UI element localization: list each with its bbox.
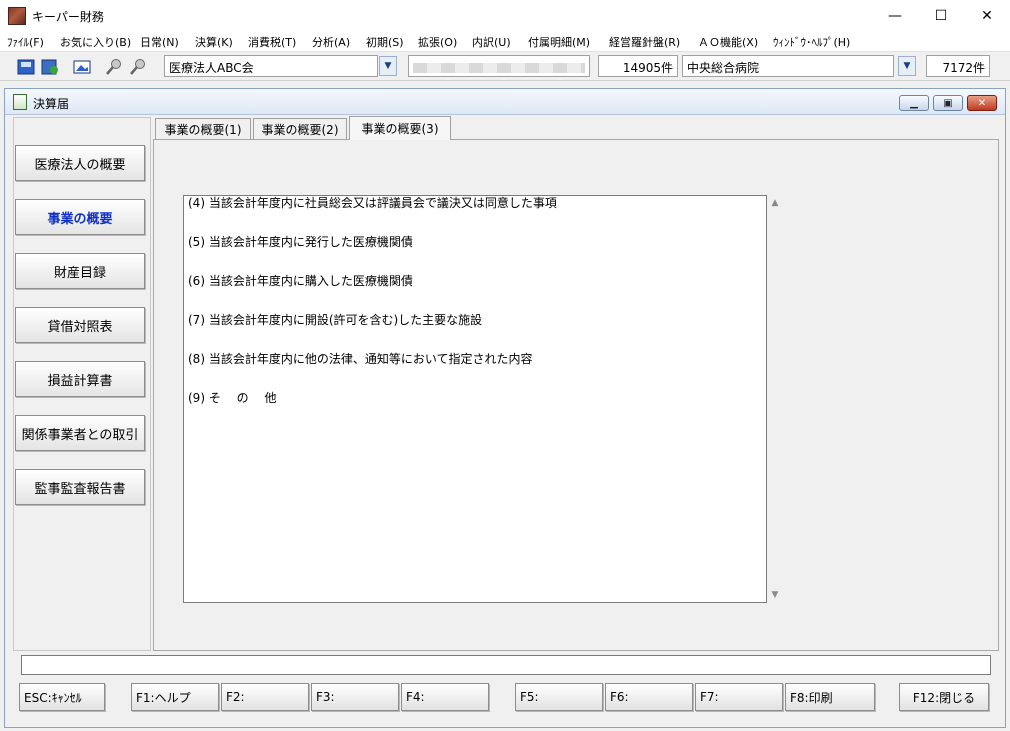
child-window: 決算届 ▁ ▣ ✕ 医療法人の概要 事業の概要 財産目録 貸借対照表 損益計算書… bbox=[4, 88, 1006, 728]
menu-window-help[interactable]: ｳｨﾝﾄﾞｳ･ﾍﾙﾌﾟ(H) bbox=[773, 34, 850, 50]
close-icon: ✕ bbox=[981, 8, 993, 24]
f4-button[interactable]: F4: bbox=[401, 683, 489, 711]
menu-ao-functions[interactable]: ＡＯ機能(X) bbox=[698, 34, 758, 50]
f12-close-button[interactable]: F12:閉じる bbox=[899, 683, 989, 711]
content-line: (8) 当該会計年度内に他の法律、通知等において指定された内容 bbox=[188, 352, 533, 366]
save-icon[interactable] bbox=[16, 57, 36, 77]
nav-property-inventory[interactable]: 財産目録 bbox=[15, 253, 145, 289]
facility-select[interactable]: 中央総合病院 bbox=[682, 55, 894, 77]
content-line: (5) 当該会計年度内に発行した医療機関債 bbox=[188, 235, 413, 249]
minimize-icon: ▁ bbox=[910, 97, 918, 109]
content-line: (7) 当該会計年度内に開設(許可を含む)した主要な施設 bbox=[188, 313, 483, 327]
facility-dropdown-button[interactable]: ▼ bbox=[898, 56, 916, 76]
content-line: (9) そ の 他 bbox=[188, 391, 277, 405]
close-icon: ✕ bbox=[977, 97, 987, 109]
content-line: (4) 当該会計年度内に社員総会又は評議員会で議決又は同意した事項 bbox=[188, 196, 557, 210]
child-restore-button[interactable]: ▣ bbox=[933, 95, 963, 111]
scroll-up-icon[interactable]: ▲ bbox=[769, 197, 781, 209]
restore-icon: ▣ bbox=[943, 97, 953, 109]
search-icon[interactable] bbox=[104, 57, 124, 77]
maximize-button[interactable]: ☐ bbox=[918, 0, 964, 32]
menu-initial[interactable]: 初期(S) bbox=[366, 34, 404, 50]
child-title: 決算届 bbox=[33, 97, 70, 111]
f7-button[interactable]: F7: bbox=[695, 683, 783, 711]
f2-button[interactable]: F2: bbox=[221, 683, 309, 711]
tab-business-overview-1[interactable]: 事業の概要(1) bbox=[155, 118, 251, 139]
image-icon[interactable] bbox=[72, 57, 92, 77]
content-line: (6) 当該会計年度内に購入した医療機関債 bbox=[188, 274, 413, 288]
menu-breakdown[interactable]: 内訳(U) bbox=[472, 34, 511, 50]
menu-favorites[interactable]: お気に入り(B) bbox=[60, 34, 131, 50]
app-icon bbox=[8, 7, 26, 25]
document-icon bbox=[13, 94, 27, 110]
company-select[interactable]: 医療法人ABC会 bbox=[164, 55, 378, 77]
menu-consumption-tax[interactable]: 消費税(T) bbox=[248, 34, 296, 50]
f1-help-button[interactable]: F1:ヘルプ bbox=[131, 683, 219, 711]
maximize-icon: ☐ bbox=[934, 8, 948, 24]
chevron-down-icon: ▼ bbox=[903, 61, 911, 71]
f6-button[interactable]: F6: bbox=[605, 683, 693, 711]
esc-cancel-button[interactable]: ESC:ｷｬﾝｾﾙ bbox=[19, 683, 105, 711]
refresh-icon[interactable] bbox=[40, 57, 60, 77]
tab-business-overview-2[interactable]: 事業の概要(2) bbox=[253, 118, 347, 139]
menu-daily[interactable]: 日常(N) bbox=[140, 34, 179, 50]
nav-related-party-transactions[interactable]: 関係事業者との取引 bbox=[15, 415, 145, 451]
f3-button[interactable]: F3: bbox=[311, 683, 399, 711]
business-overview-text[interactable]: (4) 当該会計年度内に社員総会又は評議員会で議決又は同意した事項 (5) 当該… bbox=[183, 195, 767, 603]
blurred-field bbox=[408, 55, 590, 77]
facility-count: 7172件 bbox=[926, 55, 990, 77]
menu-bar: ﾌｧｲﾙ(F) お気に入り(B) 日常(N) 決算(K) 消費税(T) 分析(A… bbox=[0, 32, 1010, 52]
company-count: 14905件 bbox=[598, 55, 678, 77]
menu-analysis[interactable]: 分析(A) bbox=[312, 34, 350, 50]
tab-business-overview-3[interactable]: 事業の概要(3) bbox=[349, 116, 451, 140]
f5-button[interactable]: F5: bbox=[515, 683, 603, 711]
scroll-down-icon[interactable]: ▼ bbox=[769, 589, 781, 601]
menu-settlement[interactable]: 決算(K) bbox=[195, 34, 233, 50]
child-minimize-button[interactable]: ▁ bbox=[899, 95, 929, 111]
chevron-down-icon: ▼ bbox=[384, 61, 392, 71]
nav-business-overview[interactable]: 事業の概要 bbox=[15, 199, 145, 235]
app-title: キーパー財務 bbox=[32, 10, 104, 24]
menu-attached-details[interactable]: 付属明細(M) bbox=[528, 34, 590, 50]
nav-balance-sheet[interactable]: 貸借対照表 bbox=[15, 307, 145, 343]
company-dropdown-button[interactable]: ▼ bbox=[379, 56, 397, 76]
nav-income-statement[interactable]: 損益計算書 bbox=[15, 361, 145, 397]
child-title-bar: 決算届 ▁ ▣ ✕ bbox=[5, 89, 1005, 115]
menu-file[interactable]: ﾌｧｲﾙ(F) bbox=[7, 34, 44, 50]
title-bar: キーパー財務 — ☐ ✕ bbox=[0, 0, 1010, 32]
menu-extension[interactable]: 拡張(O) bbox=[418, 34, 457, 50]
f8-print-button[interactable]: F8:印刷 bbox=[785, 683, 875, 711]
menu-management-compass[interactable]: 経営羅針盤(R) bbox=[609, 34, 680, 50]
child-close-button[interactable]: ✕ bbox=[967, 95, 997, 111]
nav-medical-corp-overview[interactable]: 医療法人の概要 bbox=[15, 145, 145, 181]
search-next-icon[interactable] bbox=[128, 57, 148, 77]
nav-audit-report[interactable]: 監事監査報告書 bbox=[15, 469, 145, 505]
status-bar bbox=[21, 655, 991, 675]
minimize-button[interactable]: — bbox=[872, 0, 918, 32]
close-button[interactable]: ✕ bbox=[964, 0, 1010, 32]
toolbar: 医療法人ABC会 ▼ 14905件 中央総合病院 ▼ 7172件 bbox=[0, 53, 1010, 81]
minimize-icon: — bbox=[888, 8, 902, 24]
